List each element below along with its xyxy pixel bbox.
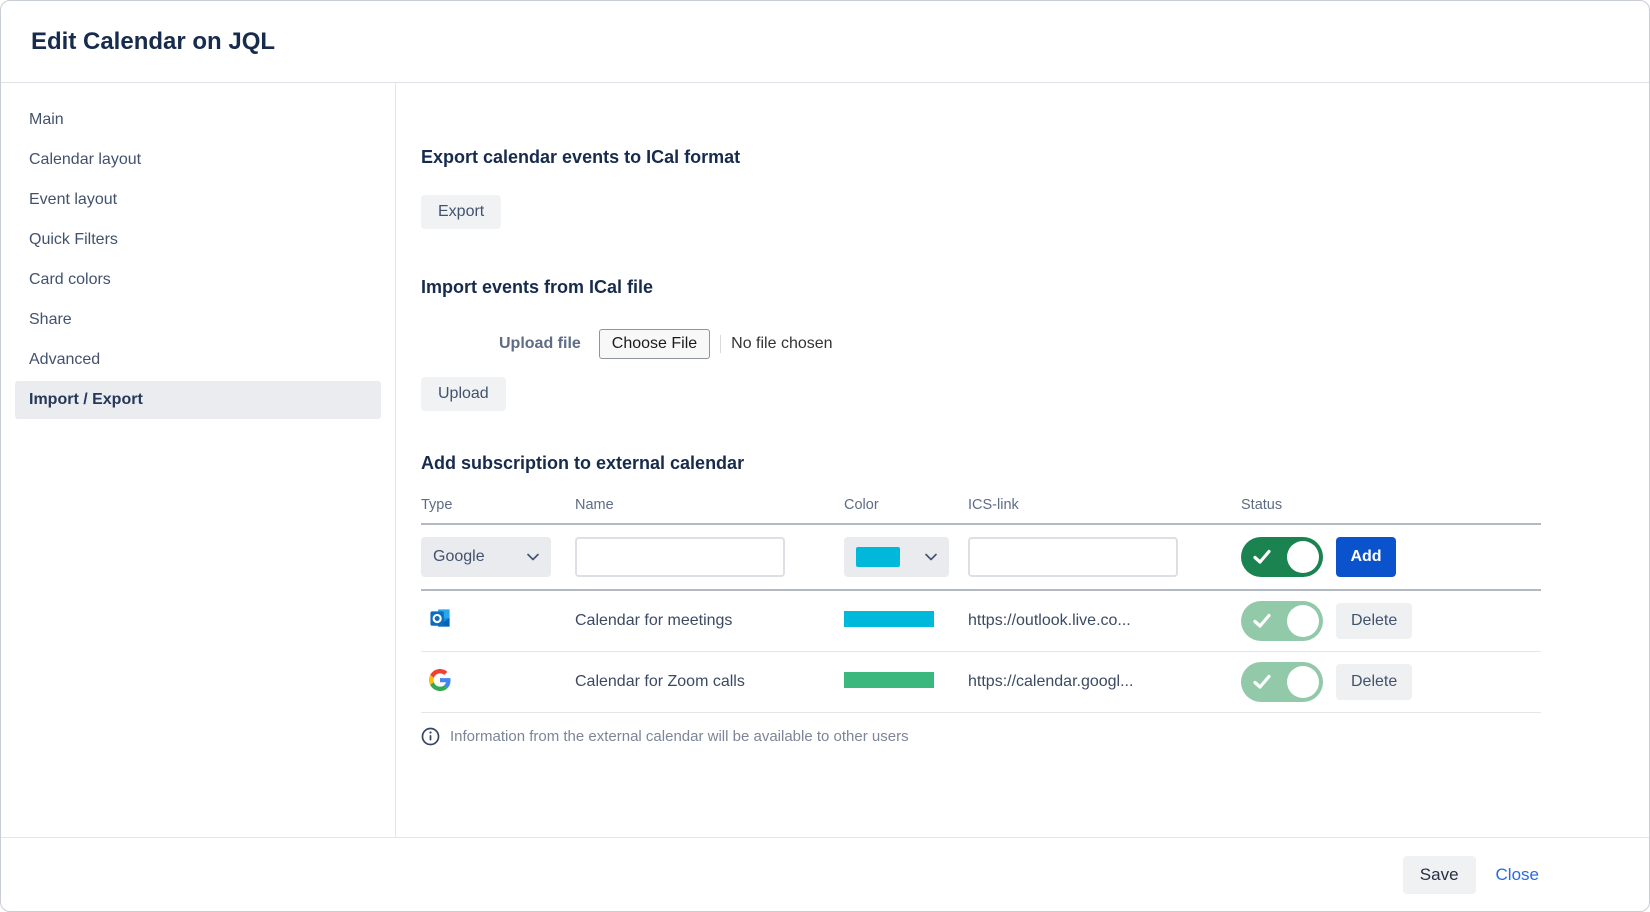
upload-button[interactable]: Upload (421, 377, 506, 411)
column-header-status: Status (1241, 497, 1541, 513)
table-header-row: Type Name Color ICS-link Status (421, 487, 1541, 523)
no-file-chosen-text: No file chosen (720, 335, 832, 353)
save-button[interactable]: Save (1403, 856, 1476, 894)
subscriptions-heading: Add subscription to external calendar (421, 451, 1649, 475)
export-button[interactable]: Export (421, 195, 501, 229)
delete-button[interactable]: Delete (1336, 664, 1412, 700)
import-heading: Import events from ICal file (421, 275, 1649, 299)
sidebar-item-main[interactable]: Main (15, 101, 381, 139)
ics-link-input[interactable] (968, 537, 1178, 577)
sidebar-item-import-export[interactable]: Import / Export (15, 381, 381, 419)
add-button[interactable]: Add (1336, 537, 1396, 577)
subscription-row: Calendar for meetings https://outlook.li… (421, 591, 1541, 651)
subscription-ics-link: https://calendar.googl... (968, 673, 1241, 691)
color-select[interactable] (844, 537, 949, 577)
outlook-icon (429, 607, 452, 630)
subscription-name: Calendar for meetings (575, 612, 844, 630)
subscriptions-table: Type Name Color ICS-link Status Google (421, 487, 1541, 746)
dialog-header: Edit Calendar on JQL (1, 1, 1649, 83)
sidebar-item-advanced[interactable]: Advanced (15, 341, 381, 379)
settings-sidebar: Main Calendar layout Event layout Quick … (1, 83, 396, 837)
column-header-ics: ICS-link (968, 497, 1241, 513)
check-icon (1253, 549, 1271, 565)
subscription-name: Calendar for Zoom calls (575, 673, 844, 691)
status-toggle[interactable] (1241, 601, 1323, 641)
toggle-knob (1287, 666, 1319, 698)
info-icon (421, 727, 440, 746)
subscription-colorbar (844, 672, 934, 688)
table-bottom-divider (421, 712, 1541, 713)
status-toggle[interactable] (1241, 662, 1323, 702)
info-note: Information from the external calendar w… (421, 727, 1541, 746)
toggle-knob (1287, 541, 1319, 573)
subscription-colorbar (844, 611, 934, 627)
subscription-row: Calendar for Zoom calls https://calendar… (421, 652, 1541, 712)
dialog-footer: Save Close (1, 837, 1649, 911)
column-header-color: Color (844, 497, 968, 513)
edit-calendar-dialog: Edit Calendar on JQL Main Calendar layou… (0, 0, 1650, 912)
choose-file-button[interactable]: Choose File (599, 329, 710, 359)
upload-file-label: Upload file (499, 335, 581, 353)
name-input[interactable] (575, 537, 785, 577)
main-content: Export calendar events to ICal format Ex… (396, 83, 1649, 837)
add-subscription-form-row: Google (421, 525, 1541, 589)
info-note-text: Information from the external calendar w… (450, 728, 909, 745)
status-toggle[interactable] (1241, 537, 1323, 577)
check-icon (1253, 613, 1271, 629)
google-icon (429, 669, 451, 691)
delete-button[interactable]: Delete (1336, 603, 1412, 639)
check-icon (1253, 674, 1271, 690)
color-swatch (856, 547, 900, 567)
dialog-title: Edit Calendar on JQL (31, 28, 275, 56)
file-input[interactable]: Choose File No file chosen (599, 329, 833, 359)
chevron-down-icon (925, 553, 937, 561)
sidebar-item-calendar-layout[interactable]: Calendar layout (15, 141, 381, 179)
type-select[interactable]: Google (421, 537, 551, 577)
export-heading: Export calendar events to ICal format (421, 145, 1649, 169)
sidebar-item-quick-filters[interactable]: Quick Filters (15, 221, 381, 259)
sidebar-item-event-layout[interactable]: Event layout (15, 181, 381, 219)
column-header-type: Type (421, 497, 575, 513)
toggle-knob (1287, 605, 1319, 637)
type-select-value: Google (433, 548, 485, 566)
upload-file-row: Upload file Choose File No file chosen (421, 329, 1649, 359)
sidebar-item-share[interactable]: Share (15, 301, 381, 339)
close-link[interactable]: Close (1496, 865, 1539, 885)
sidebar-item-card-colors[interactable]: Card colors (15, 261, 381, 299)
column-header-name: Name (575, 497, 844, 513)
chevron-down-icon (527, 553, 539, 561)
subscription-ics-link: https://outlook.live.co... (968, 612, 1241, 630)
